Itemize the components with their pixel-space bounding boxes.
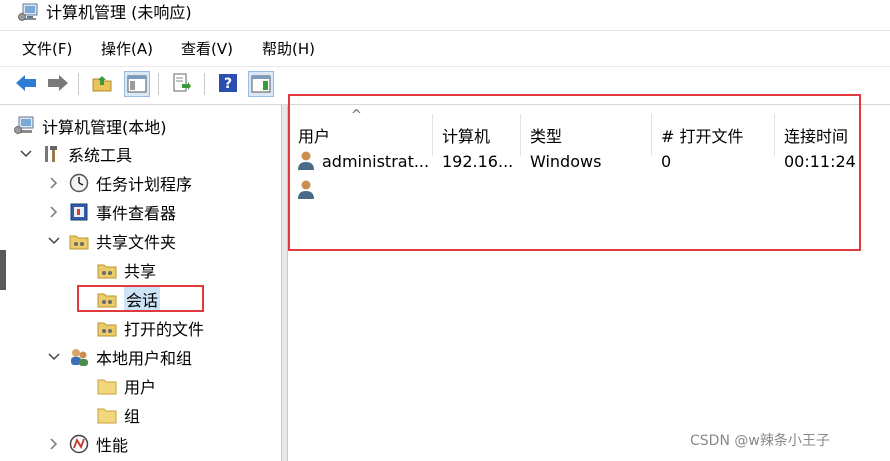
shared-folder-icon (96, 318, 118, 338)
computer-management-icon (14, 116, 36, 136)
menu-help[interactable]: 帮助(H) (262, 39, 315, 59)
watermark: CSDN @w辣条小王子 (690, 433, 830, 449)
folder-icon (96, 376, 118, 396)
users-group-icon (68, 347, 90, 367)
console-tree: 计算机管理(本地) 系统工具 任务计划程序 事件查看器 共享文件夹 共享 会话 … (0, 106, 280, 461)
menu-action[interactable]: 操作(A) (101, 39, 153, 59)
highlight-box-session-list (288, 94, 861, 251)
menu-view[interactable]: 查看(V) (181, 39, 233, 59)
tree-item-shared-folders[interactable]: 共享文件夹 (46, 228, 176, 254)
help-icon[interactable]: ? (216, 71, 240, 95)
window-edge (0, 250, 6, 290)
toolbar-separator (158, 73, 159, 95)
show-hide-console-tree-icon[interactable] (124, 71, 150, 97)
toolbar-separator (204, 73, 205, 95)
tree-item-groups[interactable]: 组 (96, 402, 140, 428)
back-arrow-icon[interactable] (14, 71, 38, 95)
tree-item-computer-management[interactable]: 计算机管理(本地) (14, 113, 167, 139)
event-viewer-icon (68, 202, 90, 222)
up-folder-icon[interactable] (90, 71, 114, 95)
chevron-right-icon[interactable] (46, 436, 62, 452)
tree-item-users[interactable]: 用户 (96, 373, 156, 399)
forward-arrow-icon[interactable] (46, 71, 70, 95)
tree-item-open-files[interactable]: 打开的文件 (96, 315, 204, 341)
computer-management-icon (18, 3, 40, 23)
tree-item-shares[interactable]: 共享 (96, 257, 156, 283)
folder-icon (96, 405, 118, 425)
menu-bar: 文件(F) 操作(A) 查看(V) 帮助(H) (0, 30, 890, 67)
window-title: 计算机管理 (未响应) (46, 3, 192, 22)
chevron-down-icon[interactable] (46, 349, 62, 365)
pane-splitter[interactable] (281, 105, 288, 461)
title-bar: 计算机管理 (未响应) (0, 0, 890, 30)
shared-folder-icon (68, 231, 90, 251)
tools-icon (40, 144, 62, 164)
chevron-right-icon[interactable] (46, 175, 62, 191)
chevron-down-icon[interactable] (46, 233, 62, 249)
toolbar-separator (78, 73, 79, 95)
export-list-icon[interactable] (170, 71, 194, 95)
shared-folder-icon (96, 260, 118, 280)
tree-item-system-tools[interactable]: 系统工具 (18, 141, 132, 167)
clock-icon (68, 173, 90, 193)
show-hide-action-pane-icon[interactable] (248, 71, 274, 97)
tree-item-local-users-groups[interactable]: 本地用户和组 (46, 344, 192, 370)
tree-item-performance[interactable]: 性能 (46, 431, 128, 457)
highlight-box-sessions (77, 285, 204, 312)
performance-icon (68, 434, 90, 454)
chevron-down-icon[interactable] (18, 146, 34, 162)
tree-item-task-scheduler[interactable]: 任务计划程序 (46, 170, 192, 196)
svg-text:?: ? (224, 76, 232, 92)
menu-file[interactable]: 文件(F) (22, 39, 72, 59)
tree-item-event-viewer[interactable]: 事件查看器 (46, 199, 176, 225)
chevron-right-icon[interactable] (46, 204, 62, 220)
